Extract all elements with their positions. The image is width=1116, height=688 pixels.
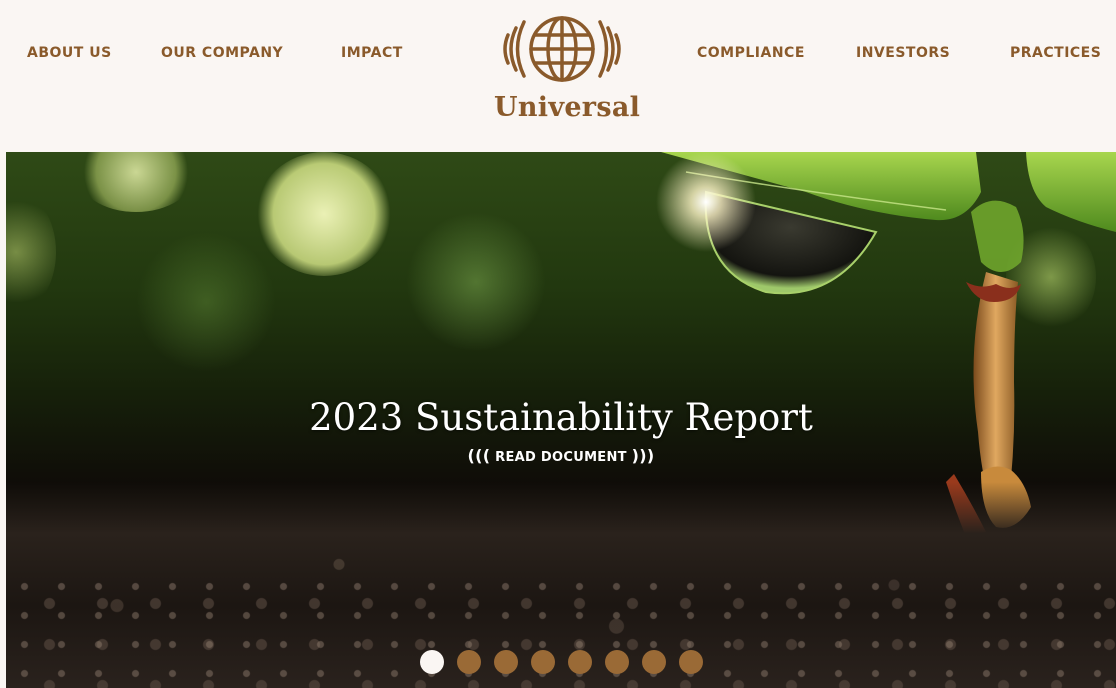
globe-icon: [503, 16, 621, 82]
carousel-dot-4[interactable]: [531, 650, 555, 674]
logo-wordmark: Universal: [494, 92, 641, 123]
nav-practices[interactable]: PRACTICES: [1010, 44, 1101, 62]
carousel-dot-5[interactable]: [568, 650, 592, 674]
read-document-link[interactable]: ((( READ DOCUMENT ))): [6, 446, 1116, 465]
soil-texture: [6, 572, 1116, 688]
universal-logo[interactable]: Universal: [494, 8, 641, 128]
carousel-dot-6[interactable]: [605, 650, 629, 674]
read-document-label: READ DOCUMENT: [495, 450, 627, 465]
carousel-dot-7[interactable]: [642, 650, 666, 674]
nav-impact[interactable]: IMPACT: [341, 44, 403, 62]
hero-banner: 2023 Sustainability Report ((( READ DOCU…: [6, 152, 1116, 688]
carousel-dot-8[interactable]: [679, 650, 703, 674]
nav-compliance[interactable]: COMPLIANCE: [697, 44, 805, 62]
carousel-dot-2[interactable]: [457, 650, 481, 674]
nav-investors[interactable]: INVESTORS: [856, 44, 950, 62]
site-header: ABOUT US OUR COMPANY IMPACT Universal CO…: [0, 0, 1116, 152]
nav-about-us[interactable]: ABOUT US: [27, 44, 112, 62]
nav-our-company[interactable]: OUR COMPANY: [161, 44, 283, 62]
link-close-parens: ))): [631, 446, 655, 465]
hero-title: 2023 Sustainability Report: [309, 396, 813, 439]
carousel-dot-3[interactable]: [494, 650, 518, 674]
link-open-parens: (((: [467, 446, 491, 465]
carousel-dot-1[interactable]: [420, 650, 444, 674]
